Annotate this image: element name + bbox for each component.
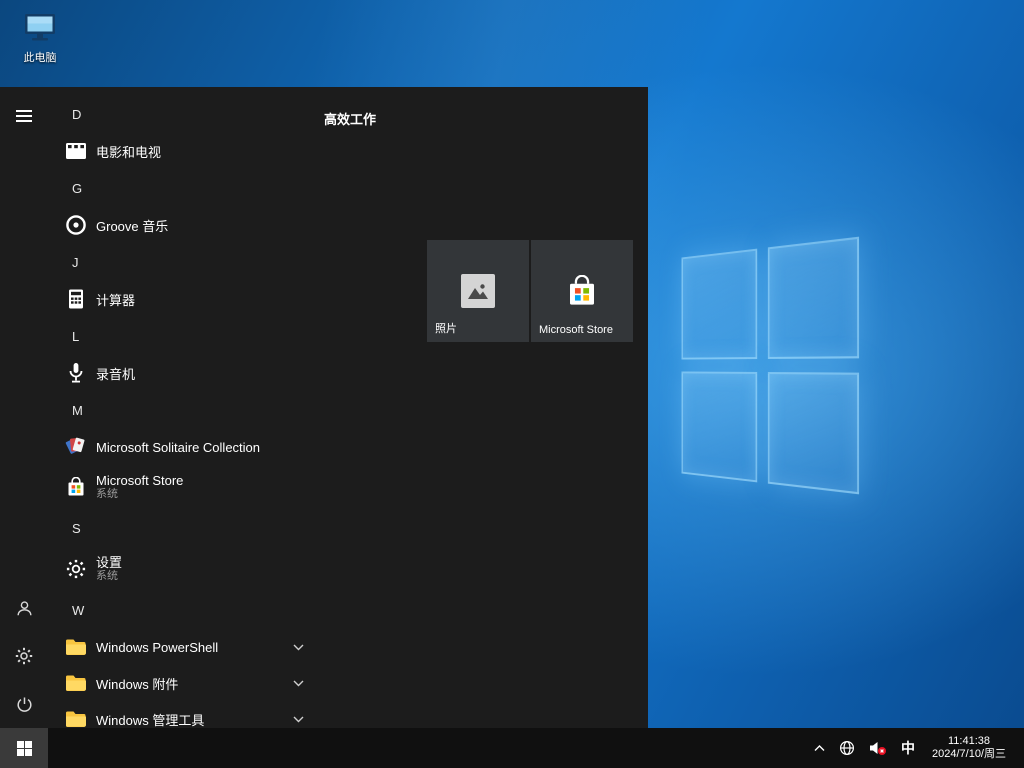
app-item-label: Groove 音乐	[96, 216, 168, 235]
folder-icon	[64, 707, 88, 728]
app-item-label: Microsoft Store	[96, 473, 183, 488]
volume-button[interactable]	[862, 728, 894, 768]
app-folder-windows-admin-tools[interactable]: Windows 管理工具	[48, 701, 324, 728]
section-letter-J[interactable]: J	[48, 243, 324, 281]
section-letter-W[interactable]: W	[48, 591, 324, 629]
store-icon	[64, 475, 88, 499]
app-item-label: Windows 附件	[96, 674, 178, 693]
section-letter-L[interactable]: L	[48, 317, 324, 355]
ime-indicator[interactable]: 中	[894, 728, 922, 768]
app-item-label: Windows PowerShell	[96, 640, 218, 655]
gear-icon	[64, 557, 88, 581]
app-item-label: Windows 管理工具	[96, 710, 204, 729]
app-item-voice-recorder[interactable]: 录音机	[48, 355, 324, 391]
start-menu-tiles-region: 高效工作 照片 Microsoft S	[324, 87, 648, 728]
taskbar-clock[interactable]: 11:41:38 2024/7/10/周三	[922, 728, 1016, 768]
app-folder-windows-accessories[interactable]: Windows 附件	[48, 665, 324, 701]
photos-icon	[461, 274, 495, 308]
app-item-settings[interactable]: 设置 系统	[48, 547, 324, 591]
system-tray: 中 11:41:38 2024/7/10/周三	[807, 728, 1024, 768]
hamburger-icon	[16, 110, 32, 122]
app-item-calculator[interactable]: 计算器	[48, 281, 324, 317]
start-menu-app-list: D 电影和电视 G Groove 音乐 J	[48, 87, 324, 728]
section-letter-G[interactable]: G	[48, 169, 324, 207]
solitaire-icon	[64, 435, 88, 459]
clock-time: 11:41:38	[948, 735, 990, 748]
gear-icon	[15, 647, 33, 665]
tile-label: Microsoft Store	[539, 324, 613, 336]
clock-date: 2024/7/10/周三	[932, 748, 1006, 761]
logo-pane	[768, 237, 859, 359]
desktop-icon-label: 此电脑	[10, 49, 70, 65]
voice-recorder-icon	[64, 361, 88, 385]
groove-music-icon	[64, 213, 88, 237]
logo-pane	[682, 249, 758, 360]
folder-icon	[64, 635, 88, 659]
wallpaper-windows-logo	[682, 237, 859, 495]
tray-overflow-button[interactable]	[807, 728, 832, 768]
tile-microsoft-store[interactable]: Microsoft Store	[531, 240, 633, 342]
store-icon	[566, 275, 598, 307]
this-pc-icon	[22, 12, 58, 42]
section-letter-M[interactable]: M	[48, 391, 324, 429]
user-icon	[16, 600, 33, 617]
app-item-text: 设置 系统	[96, 555, 122, 583]
app-item-subtitle: 系统	[96, 488, 183, 501]
app-item-solitaire[interactable]: Microsoft Solitaire Collection	[48, 429, 324, 465]
app-item-text: Microsoft Store 系统	[96, 473, 183, 501]
app-item-microsoft-store[interactable]: Microsoft Store 系统	[48, 465, 324, 509]
windows-logo-icon	[17, 741, 32, 756]
folder-icon	[64, 671, 88, 695]
section-letter-D[interactable]: D	[48, 95, 324, 133]
volume-muted-icon	[869, 740, 887, 756]
movies-tv-icon	[64, 139, 88, 163]
chevron-down-icon[interactable]	[293, 680, 304, 687]
app-item-label: 计算器	[96, 290, 135, 309]
calculator-icon	[64, 287, 88, 311]
start-button[interactable]	[0, 728, 48, 768]
app-item-movies-tv[interactable]: 电影和电视	[48, 133, 324, 169]
tile-label: 照片	[435, 320, 457, 336]
network-globe-icon	[839, 740, 855, 756]
expand-menu-button[interactable]	[0, 92, 48, 140]
tile-photos[interactable]: 照片	[427, 240, 529, 342]
logo-pane	[682, 371, 758, 482]
app-item-label: Microsoft Solitaire Collection	[96, 440, 260, 455]
app-item-groove-music[interactable]: Groove 音乐	[48, 207, 324, 243]
desktop-icon-this-pc[interactable]: 此电脑	[10, 12, 70, 65]
app-item-subtitle: 系统	[96, 570, 122, 583]
start-menu: D 电影和电视 G Groove 音乐 J	[0, 87, 648, 728]
app-item-label: 电影和电视	[96, 142, 161, 161]
settings-button[interactable]	[0, 632, 48, 680]
app-folder-windows-powershell[interactable]: Windows PowerShell	[48, 629, 324, 665]
chevron-up-icon	[814, 745, 825, 752]
taskbar: 中 11:41:38 2024/7/10/周三	[0, 728, 1024, 768]
start-menu-rail	[0, 87, 48, 728]
app-item-label: 设置	[96, 555, 122, 570]
power-icon	[16, 696, 33, 713]
app-item-label: 录音机	[96, 364, 135, 383]
user-account-button[interactable]	[0, 584, 48, 632]
section-letter-S[interactable]: S	[48, 509, 324, 547]
chevron-down-icon[interactable]	[293, 644, 304, 651]
power-button[interactable]	[0, 680, 48, 728]
logo-pane	[768, 372, 859, 494]
chevron-down-icon[interactable]	[293, 716, 304, 723]
tile-group-header[interactable]: 高效工作	[324, 109, 376, 128]
network-button[interactable]	[832, 728, 862, 768]
